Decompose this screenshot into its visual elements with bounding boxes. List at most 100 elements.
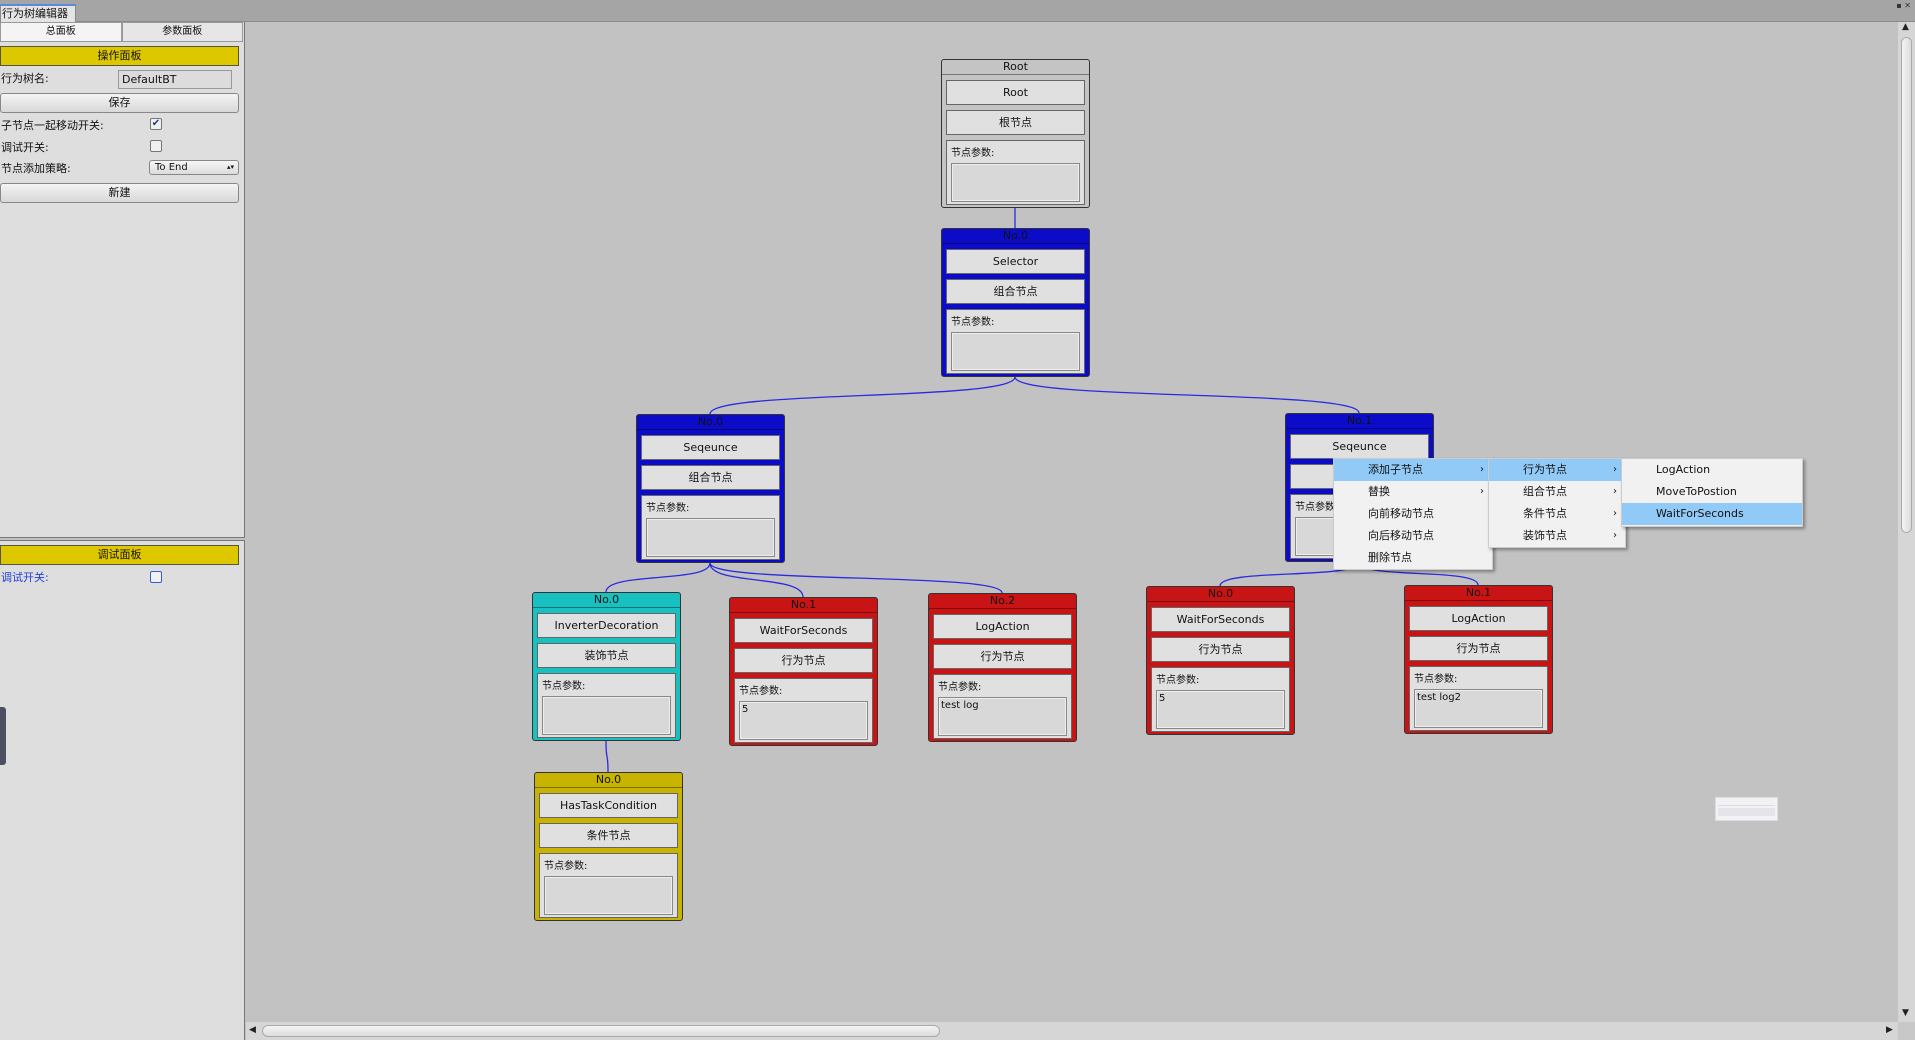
node-name[interactable]: Seqeunce [641,435,780,460]
node-params: 节点参数: [537,673,676,738]
node-params-label: 节点参数: [739,686,783,697]
menu-item[interactable]: 向后移动节点 [1334,525,1492,547]
tab-overview[interactable]: 总面板 [0,22,122,42]
node-name[interactable]: LogAction [1409,606,1548,631]
tree-name-input[interactable]: DefaultBT [118,70,232,89]
node-name[interactable]: InverterDecoration [537,613,676,638]
node-params-input[interactable] [951,163,1080,202]
menu-item-label: LogAction [1656,463,1711,476]
tree-node[interactable]: No.0 Seqeunce 组合节点 节点参数: [636,414,785,563]
debug-panel-checkbox[interactable] [150,571,162,583]
tree-name-label: 行为树名: [1,72,49,85]
window-controls[interactable]: ▪ ✕ [1896,1,1911,10]
debug-toggle-label: 调试开关: [1,141,49,154]
node-name[interactable]: HasTaskCondition [539,793,678,818]
add-strategy-select[interactable]: To End ▴▾ [149,160,239,175]
node-type[interactable]: 装饰节点 [537,643,676,668]
node-params-input[interactable]: 5 [1156,690,1285,729]
move-children-label: 子节点一起移动开关: [1,119,104,132]
node-type[interactable]: 行为节点 [734,648,873,673]
node-name[interactable]: LogAction [933,614,1072,639]
node-params-label: 节点参数: [951,317,995,328]
save-button[interactable]: 保存 [0,93,239,113]
node-params-label: 节点参数: [951,148,995,159]
node-params-input[interactable]: 5 [739,701,868,740]
check-icon: ✔ [151,118,161,129]
node-params-input[interactable] [542,696,671,735]
node-params: 节点参数: [539,853,678,918]
tree-node[interactable]: No.0 WaitForSeconds 行为节点 节点参数: 5 [1146,586,1295,735]
side-handle[interactable] [0,707,6,765]
scroll-left-icon[interactable]: ◀ [249,1025,256,1035]
node-params: 节点参数: [946,140,1085,205]
vertical-scroll-thumb[interactable] [1901,37,1912,533]
node-params-input[interactable]: test log2 [1414,689,1543,728]
node-type[interactable]: 条件节点 [539,823,678,848]
menu-item-label: WaitForSeconds [1656,507,1744,520]
scroll-up-icon[interactable]: ▲ [1902,22,1909,32]
node-type[interactable]: 组合节点 [946,279,1085,304]
menu-item[interactable]: 条件节点 › [1489,503,1625,525]
add-child-submenu: 行为节点 › 组合节点 › 条件节点 › 装饰节点 › [1488,458,1626,548]
menu-item-label: 条件节点 [1523,507,1567,520]
node-type[interactable]: 行为节点 [1151,637,1290,662]
debug-panel-header: 调试面板 [0,545,239,565]
horizontal-scroll-thumb[interactable] [262,1025,940,1037]
menu-item[interactable]: LogAction [1622,459,1802,481]
node-name[interactable]: WaitForSeconds [734,618,873,643]
node-name[interactable]: Root [946,80,1085,105]
node-link [1014,376,1360,414]
node-header: No.0 [637,415,784,430]
node-header: No.1 [1286,414,1433,429]
tree-node[interactable]: No.1 WaitForSeconds 行为节点 节点参数: 5 [729,597,878,746]
debug-toggle-checkbox[interactable] [150,140,162,152]
tree-node[interactable]: No.2 LogAction 行为节点 节点参数: test log [928,593,1077,742]
move-children-checkbox[interactable]: ✔ [150,118,162,130]
menu-item[interactable]: 添加子节点 › [1334,459,1492,481]
window-tab[interactable]: 行为树编辑器 [0,4,76,22]
chevron-right-icon: › [1613,486,1617,497]
tree-node[interactable]: Root Root 根节点 节点参数: [941,59,1090,208]
vertical-scrollbar[interactable]: ▲ ▼ [1898,22,1915,1022]
floating-tooltip [1715,797,1778,821]
node-type[interactable]: 行为节点 [933,644,1072,669]
menu-item[interactable]: 装饰节点 › [1489,525,1625,547]
node-type[interactable]: 组合节点 [641,465,780,490]
node-name[interactable]: WaitForSeconds [1151,607,1290,632]
tree-node[interactable]: No.0 Selector 组合节点 节点参数: [941,228,1090,377]
chevron-right-icon: › [1480,486,1484,497]
scroll-right-icon[interactable]: ▶ [1886,1025,1893,1035]
horizontal-scrollbar[interactable]: ◀ ▶ [246,1022,1898,1040]
node-link [709,562,804,598]
node-params-input[interactable]: test log [938,697,1067,736]
menu-item-label: 向后移动节点 [1368,529,1434,542]
new-button[interactable]: 新建 [0,183,239,203]
chevron-right-icon: › [1613,508,1617,519]
node-params-input[interactable] [951,332,1080,371]
node-params-input[interactable] [544,876,673,915]
menu-item[interactable]: 删除节点 [1334,547,1492,569]
tab-params[interactable]: 参数面板 [121,22,243,42]
node-type[interactable]: 行为节点 [1409,636,1548,661]
menu-item[interactable]: WaitForSeconds [1622,503,1802,525]
node-name[interactable]: Selector [946,249,1085,274]
menu-item[interactable]: MoveToPostion [1622,481,1802,503]
node-name[interactable]: Seqeunce [1290,434,1429,459]
tree-node[interactable]: No.0 InverterDecoration 装饰节点 节点参数: [532,592,681,741]
node-header: No.1 [1405,586,1552,601]
menu-item[interactable]: 替换 › [1334,481,1492,503]
node-params-label: 节点参数: [646,503,690,514]
chevron-right-icon: › [1613,530,1617,541]
menu-item[interactable]: 组合节点 › [1489,481,1625,503]
node-header: No.0 [1147,587,1294,602]
context-menu: 添加子节点 › 替换 › 向前移动节点向后移动节点删除节点 [1333,458,1493,570]
tree-node[interactable]: No.0 HasTaskCondition 条件节点 节点参数: [534,772,683,921]
menu-item[interactable]: 向前移动节点 [1334,503,1492,525]
node-params: 节点参数: [641,495,780,560]
node-type[interactable]: 根节点 [946,110,1085,135]
tree-node[interactable]: No.1 LogAction 行为节点 节点参数: test log2 [1404,585,1553,734]
scroll-down-icon[interactable]: ▼ [1902,1008,1909,1018]
menu-item[interactable]: 行为节点 › [1489,459,1625,481]
node-header: Root [942,60,1089,75]
node-params-input[interactable] [646,518,775,557]
